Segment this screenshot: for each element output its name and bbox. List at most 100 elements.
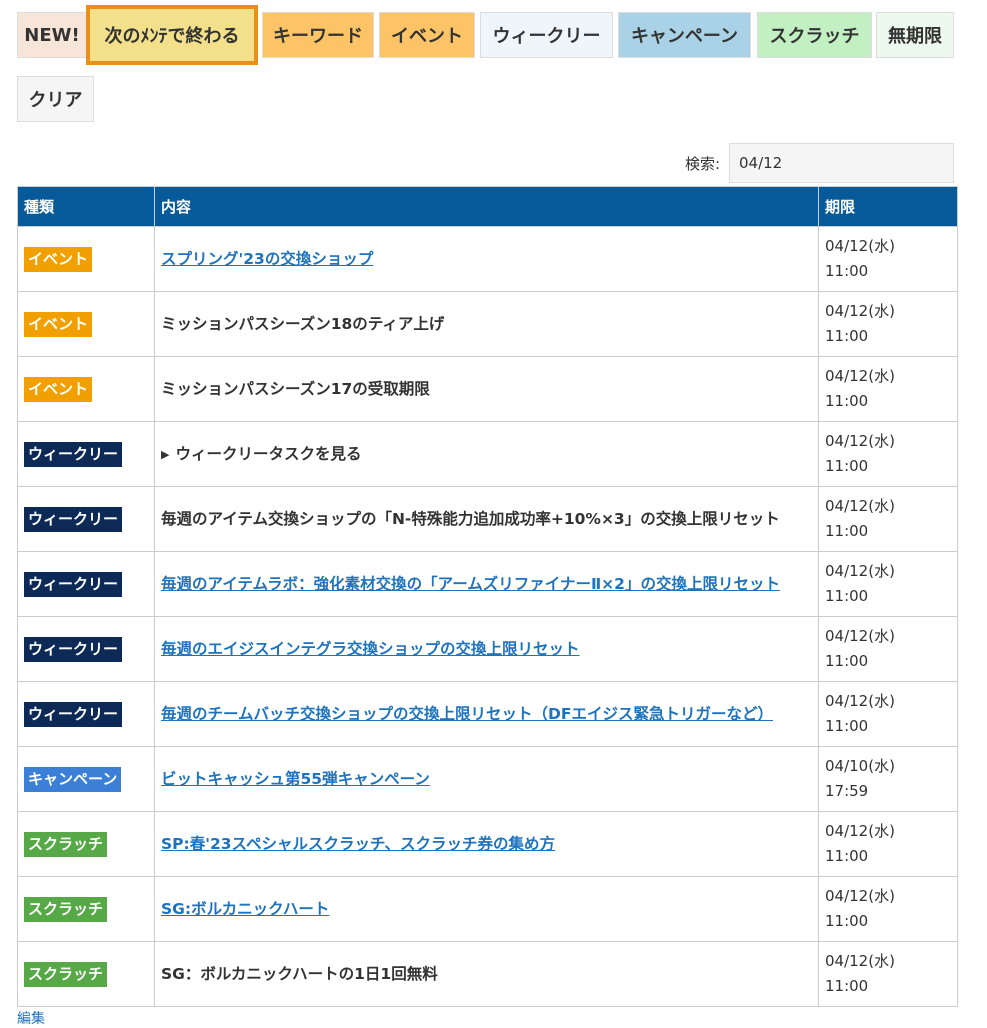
filter-keyword-button[interactable]: キーワード xyxy=(262,12,374,58)
deadline-date: 04/12(水) xyxy=(825,497,895,515)
deadline-date: 04/12(水) xyxy=(825,887,895,905)
filter-campaign-button[interactable]: キャンペーン xyxy=(618,12,751,58)
content-text: 毎週のエイジスインテグラ交換ショップの交換上限リセット xyxy=(161,637,812,662)
category-badge: イベント xyxy=(24,311,93,337)
table-row: イベント スプリング'23の交換ショップ 04/12(水) 11:00 xyxy=(17,226,958,292)
column-header-deadline[interactable]: 期限 xyxy=(818,186,958,227)
deadline-time: 11:00 xyxy=(825,912,869,930)
content-cell: ミッションパスシーズン17の受取期限 xyxy=(154,356,819,422)
deadline-cell: 04/12(水) 11:00 xyxy=(818,941,958,1007)
category-cell: ウィークリー xyxy=(17,551,155,617)
table-row: ウィークリー ▶ ウィークリータスクを見る 04/12(水) 11:00 xyxy=(17,421,958,487)
deadline-cell: 04/10(水) 17:59 xyxy=(818,746,958,812)
content-text: 毎週のチームバッチ交換ショップの交換上限リセット（DFエイジス緊急トリガーなど） xyxy=(161,702,812,727)
table-row: イベント ミッションパスシーズン18のティア上げ 04/12(水) 11:00 xyxy=(17,291,958,357)
deadline-date: 04/12(水) xyxy=(825,952,895,970)
category-badge: スクラッチ xyxy=(24,961,108,987)
category-cell: スクラッチ xyxy=(17,876,155,942)
content-label: SG：ボルカニックハートの1日1回無料 xyxy=(161,964,438,983)
content-cell: ▶ ウィークリータスクを見る xyxy=(154,421,819,487)
content-link[interactable]: 毎週のエイジスインテグラ交換ショップの交換上限リセット xyxy=(161,640,580,658)
category-badge: ウィークリー xyxy=(24,701,123,727)
content-cell: SP:春'23スペシャルスクラッチ、スクラッチ券の集め方 xyxy=(154,811,819,877)
deadline-cell: 04/12(水) 11:00 xyxy=(818,551,958,617)
deadline-cell: 04/12(水) 11:00 xyxy=(818,681,958,747)
content-text: ▶ ウィークリータスクを見る xyxy=(161,442,812,467)
category-cell: イベント xyxy=(17,291,155,357)
content-link[interactable]: 毎週のアイテムラボ：強化素材交換の「アームズリファイナーⅡ×2」の交換上限リセッ… xyxy=(161,575,780,593)
filter-ends-next-maintenance-button[interactable]: 次のﾒﾝﾃで終わる xyxy=(86,5,258,65)
search-input[interactable] xyxy=(729,143,954,183)
table-row: ウィークリー 毎週のアイテムラボ：強化素材交換の「アームズリファイナーⅡ×2」の交… xyxy=(17,551,958,617)
deadline-cell: 04/12(水) 11:00 xyxy=(818,356,958,422)
category-badge: ウィークリー xyxy=(24,636,123,662)
content-text: スプリング'23の交換ショップ xyxy=(161,247,812,272)
category-cell: スクラッチ xyxy=(17,811,155,877)
deadline-time: 11:00 xyxy=(825,522,869,540)
category-badge: スクラッチ xyxy=(24,831,108,857)
deadline-cell: 04/12(水) 11:00 xyxy=(818,291,958,357)
deadline-date: 04/12(水) xyxy=(825,237,895,255)
filter-scratch-button[interactable]: スクラッチ xyxy=(757,12,872,58)
table-row: ウィークリー 毎週のチームバッチ交換ショップの交換上限リセット（DFエイジス緊急ト… xyxy=(17,681,958,747)
category-cell: スクラッチ xyxy=(17,941,155,1007)
deadline-time: 11:00 xyxy=(825,717,869,735)
content-cell: スプリング'23の交換ショップ xyxy=(154,226,819,292)
content-link[interactable]: SG:ボルカニックハート xyxy=(161,900,329,918)
column-header-content[interactable]: 内容 xyxy=(154,186,819,227)
category-cell: ウィークリー xyxy=(17,486,155,552)
category-cell: キャンペーン xyxy=(17,746,155,812)
content-cell: 毎週のエイジスインテグラ交換ショップの交換上限リセット xyxy=(154,616,819,682)
content-link[interactable]: 毎週のチームバッチ交換ショップの交換上限リセット（DFエイジス緊急トリガーなど） xyxy=(161,705,773,723)
deadline-cell: 04/12(水) 11:00 xyxy=(818,226,958,292)
content-text: ミッションパスシーズン17の受取期限 xyxy=(161,377,812,402)
content-link[interactable]: ビットキャッシュ第55弾キャンペーン xyxy=(161,770,430,788)
deadline-time: 11:00 xyxy=(825,977,869,995)
deadline-date: 04/12(水) xyxy=(825,432,895,450)
category-badge: スクラッチ xyxy=(24,896,108,922)
content-text: SP:春'23スペシャルスクラッチ、スクラッチ券の集め方 xyxy=(161,832,812,857)
deadline-time: 11:00 xyxy=(825,847,869,865)
table-row: ウィークリー 毎週のエイジスインテグラ交換ショップの交換上限リセット 04/12(水… xyxy=(17,616,958,682)
expand-triangle-icon[interactable]: ▶ xyxy=(161,448,169,461)
deadline-date: 04/12(水) xyxy=(825,367,895,385)
table-row: スクラッチ SG:ボルカニックハート 04/12(水) 11:00 xyxy=(17,876,958,942)
table-row: イベント ミッションパスシーズン17の受取期限 04/12(水) 11:00 xyxy=(17,356,958,422)
filter-new-button[interactable]: NEW! xyxy=(17,12,87,58)
category-badge: イベント xyxy=(24,376,93,402)
table-row: ウィークリー 毎週のアイテム交換ショップの「N-特殊能力追加成功率+10%×3」の… xyxy=(17,486,958,552)
deadline-time: 11:00 xyxy=(825,652,869,670)
content-cell: 毎週のアイテムラボ：強化素材交換の「アームズリファイナーⅡ×2」の交換上限リセッ… xyxy=(154,551,819,617)
content-label: 毎週のアイテム交換ショップの「N-特殊能力追加成功率+10%×3」の交換上限リセ… xyxy=(161,509,780,528)
category-badge: ウィークリー xyxy=(24,441,123,467)
content-cell: 毎週のアイテム交換ショップの「N-特殊能力追加成功率+10%×3」の交換上限リセ… xyxy=(154,486,819,552)
deadline-date: 04/12(水) xyxy=(825,302,895,320)
category-cell: イベント xyxy=(17,356,155,422)
deadline-time: 11:00 xyxy=(825,262,869,280)
content-cell: SG：ボルカニックハートの1日1回無料 xyxy=(154,941,819,1007)
deadline-date: 04/12(水) xyxy=(825,692,895,710)
filter-unlimited-button[interactable]: 無期限 xyxy=(876,12,954,58)
table-header-row: 種類 内容 期限 xyxy=(17,186,958,227)
content-link[interactable]: SP:春'23スペシャルスクラッチ、スクラッチ券の集め方 xyxy=(161,835,555,853)
expand-toggle-label[interactable]: ウィークリータスクを見る xyxy=(175,445,361,463)
deadline-time: 11:00 xyxy=(825,327,869,345)
content-link[interactable]: スプリング'23の交換ショップ xyxy=(161,250,373,268)
category-cell: ウィークリー xyxy=(17,681,155,747)
deadline-cell: 04/12(水) 11:00 xyxy=(818,811,958,877)
column-header-type[interactable]: 種類 xyxy=(17,186,155,227)
category-badge: ウィークリー xyxy=(24,571,123,597)
filter-clear-button[interactable]: クリア xyxy=(17,76,94,122)
filter-event-button[interactable]: イベント xyxy=(379,12,475,58)
table-row: スクラッチ SG：ボルカニックハートの1日1回無料 04/12(水) 11:00 xyxy=(17,941,958,1007)
deadline-date: 04/12(水) xyxy=(825,562,895,580)
edit-link[interactable]: 編集 xyxy=(17,1008,45,1028)
filter-weekly-button[interactable]: ウィークリー xyxy=(480,12,613,58)
category-badge: キャンペーン xyxy=(24,766,122,792)
content-text: 毎週のアイテムラボ：強化素材交換の「アームズリファイナーⅡ×2」の交換上限リセッ… xyxy=(161,572,812,597)
content-cell: ミッションパスシーズン18のティア上げ xyxy=(154,291,819,357)
content-text: ビットキャッシュ第55弾キャンペーン xyxy=(161,767,812,792)
deadline-time: 11:00 xyxy=(825,587,869,605)
category-badge: ウィークリー xyxy=(24,506,123,532)
content-text: 毎週のアイテム交換ショップの「N-特殊能力追加成功率+10%×3」の交換上限リセ… xyxy=(161,507,812,532)
